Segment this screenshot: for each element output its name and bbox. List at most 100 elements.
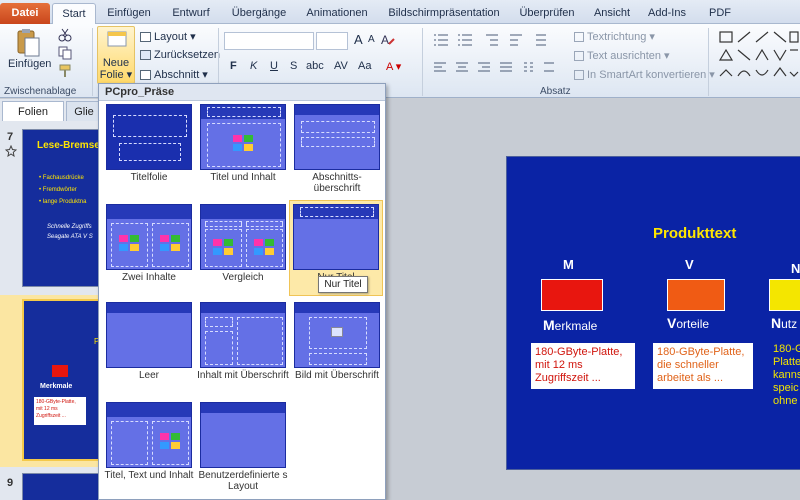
slide7-footer: Schnelle Zugriffs Seagate ATA V S [47, 222, 93, 242]
tab-gliederung[interactable]: Glie [66, 101, 102, 121]
smartart-button[interactable]: In SmartArt konvertieren ▾ [574, 68, 715, 81]
shadow-button[interactable]: abc [306, 60, 324, 72]
tab-bildschirmpraesentation[interactable]: Bildschirmpräsentation [380, 3, 508, 24]
clear-formatting-icon[interactable]: A [380, 32, 396, 48]
tab-einfuegen[interactable]: Einfügen [100, 3, 158, 24]
column-box-n[interactable] [769, 279, 800, 311]
layout-abschnittsueberschrift[interactable]: Abschnitts-überschrift [291, 104, 383, 194]
tab-folien[interactable]: Folien [2, 101, 64, 121]
layout-titel-und-inhalt[interactable]: Titel und Inhalt [197, 104, 289, 183]
content-icons [160, 235, 182, 251]
layout-name: Titelfolie [130, 172, 168, 183]
column-text-line: Zugriffszeit ... [535, 372, 601, 384]
alignment-buttons-icon[interactable] [432, 60, 562, 76]
format-painter-icon[interactable] [58, 64, 72, 78]
group-label-absatz: Absatz [540, 86, 571, 97]
slide-canvas[interactable]: Produkttext M Merkmale 180-GByte-Platte,… [506, 156, 800, 470]
title-band [201, 303, 285, 313]
layout-titel-text-und-inhalt[interactable]: Titel, Text und Inhalt [103, 402, 195, 481]
font-size-combobox[interactable] [316, 32, 348, 50]
column-textbox-n[interactable]: 180-G Platte kanns speic ohne [773, 343, 800, 408]
layout-inhalt-mit-ueberschrift[interactable]: Inhalt mit Überschrift [197, 302, 289, 381]
layout-zwei-inhalte[interactable]: Zwei Inhalte [103, 204, 195, 283]
tab-entwurf[interactable]: Entwurf [162, 3, 220, 24]
cut-icon[interactable] [58, 28, 72, 42]
strikethrough-button[interactable]: S [290, 60, 297, 72]
column-label-n: Nutz [771, 315, 797, 331]
picture-icon [331, 327, 343, 337]
column-textbox-m[interactable]: 180-GByte-Platte, mit 12 ms Zugriffszeit… [531, 343, 635, 389]
shapes-gallery-icon[interactable] [716, 28, 800, 82]
new-slide-label: Neue Folie ▾ [98, 57, 134, 81]
layout-name: Titel, Text und Inhalt [104, 470, 194, 481]
layout-titelfolie[interactable]: Titelfolie [103, 104, 195, 183]
tooltip: Nur Titel [318, 276, 368, 293]
reset-button[interactable]: Zurücksetzen [140, 49, 220, 61]
layout-benutzerdefiniert[interactable]: Benutzerdefinierte s Layout [197, 402, 289, 492]
column-text-line: 180-GByte-Platte, [657, 346, 745, 358]
placeholder-box [111, 421, 148, 465]
text-direction-button[interactable]: Textrichtung ▾ [574, 30, 655, 43]
shrink-font-button[interactable]: A [368, 34, 375, 45]
layout-vergleich[interactable]: Vergleich [197, 204, 289, 283]
reset-label: Zurücksetzen [154, 49, 221, 61]
column-box-v[interactable] [667, 279, 725, 311]
placeholder-box [246, 221, 283, 227]
column-box-m[interactable] [541, 279, 603, 311]
tab-ueberpruefen[interactable]: Überprüfen [512, 3, 582, 24]
layout-label: Layout [154, 31, 188, 43]
tab-animationen[interactable]: Animationen [298, 3, 376, 24]
title-band [295, 303, 379, 313]
layout-name: Benutzerdefinierte s Layout [198, 470, 288, 492]
new-slide-button[interactable]: Neue Folie ▾ [97, 26, 135, 84]
slide-title[interactable]: Produkttext [653, 225, 736, 242]
layout-leer[interactable]: Leer [103, 302, 195, 381]
layout-thumb [200, 302, 286, 368]
copy-icon[interactable] [58, 46, 72, 60]
layout-name: Bild mit Überschrift [295, 370, 379, 381]
paste-button[interactable]: Einfügen [8, 28, 51, 70]
slide-thumbnail-8[interactable]: P Merkmale 180-GByte-Platte, mit 12 ms Z… [22, 299, 104, 461]
font-name-combobox[interactable] [224, 32, 314, 50]
tab-datei[interactable]: Datei [0, 3, 50, 24]
slide7-footer-line1: Schnelle Zugriffs [47, 224, 92, 230]
change-case-button[interactable]: Aa [358, 60, 371, 72]
align-text-label: Text ausrichten [587, 50, 661, 62]
slide-thumbnail-7[interactable]: Lese-Bremse • Fachausdrücke • Fremdwörte… [22, 129, 104, 287]
column-text-line: arbeitet als ... [657, 372, 724, 384]
italic-button[interactable]: K [250, 60, 257, 72]
underline-button[interactable]: U [270, 60, 278, 72]
font-color-button[interactable]: A ▾ [386, 60, 401, 73]
list-buttons-icon[interactable] [432, 32, 562, 48]
text-direction-icon [574, 32, 584, 43]
grow-font-button[interactable]: A [354, 32, 363, 47]
slide7-bullet-text: Fachausdrücke [42, 175, 84, 181]
bold-button[interactable]: F [230, 60, 237, 72]
section-button[interactable]: Abschnitt ▾ [140, 68, 208, 81]
placeholder-box [301, 137, 375, 147]
placeholder-box [113, 115, 187, 137]
slide-thumbnail-9[interactable] [22, 473, 104, 500]
group-separator [422, 28, 423, 96]
tab-add-ins[interactable]: Add-Ins [642, 3, 692, 24]
group-separator [708, 28, 709, 96]
tab-start[interactable]: Start [52, 3, 96, 25]
tab-pdf[interactable]: PDF [700, 3, 740, 24]
column-label-n-initial: N [771, 315, 782, 331]
align-text-button[interactable]: Text ausrichten ▾ [574, 49, 670, 62]
column-label-m-initial: M [543, 317, 555, 333]
section-label: Abschnitt [154, 69, 200, 81]
char-spacing-button[interactable]: AV [334, 60, 348, 72]
layout-bild-mit-ueberschrift[interactable]: Bild mit Überschrift [291, 302, 383, 381]
layout-name: Abschnitts-überschrift [312, 172, 362, 194]
title-band [107, 403, 191, 417]
layout-thumb [106, 104, 192, 170]
tab-ansicht[interactable]: Ansicht [588, 3, 636, 24]
tab-uebergaenge[interactable]: Übergänge [224, 3, 294, 24]
placeholder-box [300, 207, 374, 217]
column-textbox-v[interactable]: 180-GByte-Platte, die schneller arbeitet… [653, 343, 753, 389]
slide7-bullet-text: lange Produktna [42, 199, 87, 205]
title-band [107, 205, 191, 219]
layout-button[interactable]: Layout ▾ [140, 30, 196, 43]
column-label-m-rest: erkmale [554, 319, 598, 333]
